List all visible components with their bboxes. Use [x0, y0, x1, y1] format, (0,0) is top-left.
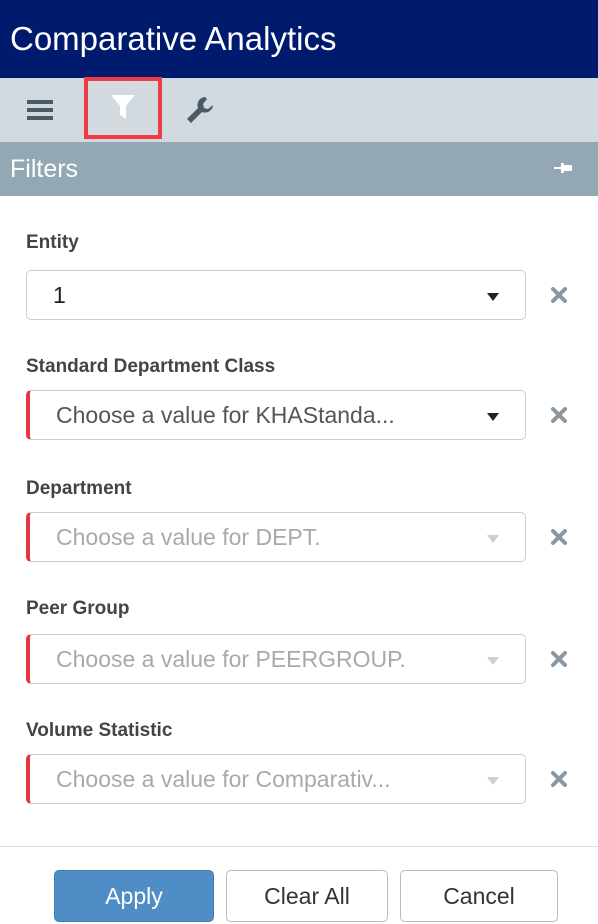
close-icon	[551, 771, 567, 787]
peer-group-clear-button[interactable]	[546, 646, 572, 672]
cancel-button[interactable]: Cancel	[400, 870, 558, 922]
chevron-down-icon	[487, 777, 499, 785]
chevron-down-icon	[487, 413, 499, 421]
close-icon	[551, 287, 567, 303]
filter-icon	[111, 95, 135, 119]
pin-icon[interactable]	[554, 160, 572, 176]
standard-department-class-label: Standard Department Class	[26, 356, 276, 377]
app-title-bar: Comparative Analytics	[0, 0, 598, 78]
hamburger-menu-icon	[27, 100, 53, 120]
entity-value: 1	[53, 282, 66, 308]
standard-department-class-clear-button[interactable]	[546, 402, 572, 428]
panel-title: Filters	[10, 155, 79, 183]
app-title: Comparative Analytics	[10, 20, 337, 57]
entity-clear-button[interactable]	[546, 282, 572, 308]
volume-statistic-select[interactable]: Choose a value for Comparativ...	[26, 754, 526, 804]
standard-department-class-select[interactable]: Choose a value for KHAStanda...	[26, 390, 526, 440]
standard-department-class-placeholder: Choose a value for KHAStanda...	[56, 402, 395, 428]
wrench-icon	[187, 97, 213, 123]
department-placeholder: Choose a value for DEPT.	[56, 524, 321, 550]
entity-label: Entity	[26, 232, 79, 253]
department-select[interactable]: Choose a value for DEPT.	[26, 512, 526, 562]
entity-select[interactable]: 1	[26, 270, 526, 320]
volume-statistic-clear-button[interactable]	[546, 766, 572, 792]
close-icon	[551, 529, 567, 545]
department-clear-button[interactable]	[546, 524, 572, 550]
chevron-down-icon	[487, 293, 499, 301]
apply-button[interactable]: Apply	[54, 870, 214, 922]
close-icon	[551, 651, 567, 667]
department-label: Department	[26, 478, 132, 499]
filters-panel-header: Filters	[0, 142, 598, 196]
chevron-down-icon	[487, 535, 499, 543]
peer-group-label: Peer Group	[26, 598, 130, 619]
chevron-down-icon	[487, 657, 499, 665]
volume-statistic-placeholder: Choose a value for Comparativ...	[56, 766, 391, 792]
footer-divider	[0, 846, 598, 847]
peer-group-select[interactable]: Choose a value for PEERGROUP.	[26, 634, 526, 684]
filter-button[interactable]	[84, 77, 162, 139]
toolbar	[0, 77, 598, 142]
settings-button[interactable]	[162, 78, 238, 142]
peer-group-placeholder: Choose a value for PEERGROUP.	[56, 646, 406, 672]
volume-statistic-label: Volume Statistic	[26, 720, 173, 741]
close-icon	[551, 407, 567, 423]
clear-all-button[interactable]: Clear All	[226, 870, 388, 922]
menu-button[interactable]	[0, 78, 80, 142]
